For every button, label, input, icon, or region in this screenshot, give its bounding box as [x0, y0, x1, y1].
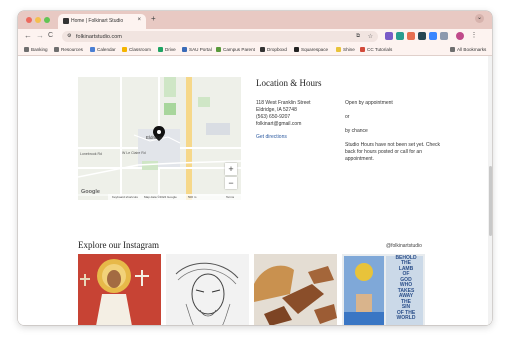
site-info-icon[interactable]: ⚙ [67, 33, 71, 39]
hours-note: Studio Hours have not been set yet. Chec… [345, 141, 441, 162]
pencil-sketch-image [166, 253, 249, 325]
site-favicon-icon [63, 18, 69, 24]
bookmark-classroom[interactable]: Classroom [122, 46, 151, 52]
page-scrollbar[interactable] [488, 55, 492, 325]
maximize-window-button[interactable] [44, 17, 50, 23]
new-tab-button[interactable]: + [151, 14, 156, 23]
extension-2-icon[interactable] [396, 32, 404, 40]
page-content: Eldridge Lonebrook Rd W Le Claire Rd + −… [18, 55, 492, 325]
bookmark-star-icon[interactable]: ☆ [368, 33, 373, 40]
map-data-credit: Map data ©2024 Google [144, 194, 177, 199]
hours-line-2: or [345, 113, 350, 120]
address-city: Eldridge, IA 52748 [256, 106, 297, 113]
bookmark-squarespace[interactable]: Squarespace [294, 46, 328, 52]
address-url: folkinartstudio.com [76, 33, 122, 40]
minimize-window-button[interactable] [35, 17, 41, 23]
wood-carving-image [254, 253, 337, 325]
google-logo: Google [81, 188, 100, 195]
hours-line-1: Open by appointment [345, 99, 393, 106]
reload-button[interactable]: C [48, 32, 53, 39]
browser-window: Home | Folkinart Studio × + ⌄ ← → C ⚙ fo… [18, 11, 492, 325]
map-zoom-in-button[interactable]: + [225, 162, 237, 175]
bookmark-cc-tutorials[interactable]: CC Tutorials [360, 46, 392, 52]
extension-3-icon[interactable] [407, 32, 415, 40]
map-scale: 500 m [188, 194, 197, 199]
google-map[interactable]: Eldridge Lonebrook Rd W Le Claire Rd + −… [78, 76, 241, 200]
extension-5-icon[interactable] [429, 32, 437, 40]
bookmark-shine[interactable]: Shine [336, 46, 355, 52]
map-label-lonebrook: Lonebrook Rd [80, 151, 102, 156]
bookmark-drive[interactable]: Drive [158, 46, 176, 52]
bookmarks-bar: Banking Resources Calendar Classroom Dri… [18, 44, 492, 56]
bookmark-dropboxd[interactable]: Dropboxd [260, 46, 287, 52]
bookmark-resources[interactable]: Resources [54, 46, 83, 52]
tab-folkinart-home[interactable]: Home | Folkinart Studio × [58, 14, 146, 29]
instagram-photo-2[interactable] [166, 253, 249, 325]
extension-4-icon[interactable] [418, 32, 426, 40]
toolbar: ← → C ⚙ folkinartstudio.com ⧉ ☆ ⋮ [18, 29, 492, 44]
get-directions-link[interactable]: Get directions [256, 134, 287, 140]
bookmark-sau-portal[interactable]: SAU Portal [182, 46, 212, 52]
extension-icon[interactable] [385, 32, 393, 40]
map-attribution: Keyboard shortcuts Map data ©2024 Google… [108, 193, 241, 200]
bookmark-calendar[interactable]: Calendar [90, 46, 116, 52]
extensions-puzzle-icon[interactable] [440, 32, 448, 40]
painting-inscription: BEHOLD THE LAMB OF GOD WHO TAKES AWAY TH… [395, 254, 417, 321]
address-block: 118 West Franklin Street Eldridge, IA 52… [256, 100, 311, 128]
tab-title: Home | Folkinart Studio [71, 18, 124, 24]
install-app-icon[interactable]: ⧉ [356, 33, 360, 40]
forward-button[interactable]: → [36, 31, 44, 40]
scrollbar-thumb[interactable] [488, 165, 492, 236]
map-label-eldridge: Eldridge [146, 134, 163, 140]
instagram-heading: Explore our Instagram [78, 239, 159, 250]
tab-close-icon[interactable]: × [137, 17, 141, 23]
bookmark-banking[interactable]: Banking [24, 46, 48, 52]
bookmark-campus-parent[interactable]: Campus Parent [216, 46, 255, 52]
profile-avatar[interactable] [456, 32, 464, 40]
close-window-button[interactable] [26, 17, 32, 23]
address-street: 118 West Franklin Street [256, 99, 311, 106]
map-zoom-out-button[interactable]: − [225, 176, 237, 189]
map-terms-link[interactable]: Terms [226, 195, 234, 199]
location-heading: Location & Hours [256, 77, 322, 88]
map-keyboard-shortcuts[interactable]: Keyboard shortcuts [112, 195, 138, 199]
back-button[interactable]: ← [24, 31, 32, 40]
christ-painting-image [78, 253, 161, 325]
tab-search-button[interactable]: ⌄ [475, 14, 484, 23]
instagram-photo-4[interactable]: BEHOLD THE LAMB OF GOD WHO TAKES AWAY TH… [342, 253, 425, 325]
map-label-leclaire: W Le Claire Rd [122, 150, 146, 155]
menu-kebab-icon[interactable]: ⋮ [470, 32, 478, 40]
instagram-photo-3[interactable] [254, 253, 337, 325]
address-email: folkinart@gmail.com [256, 120, 302, 127]
all-bookmarks-folder[interactable]: All Bookmarks [450, 46, 486, 52]
address-phone: (563) 650-9207 [256, 113, 291, 120]
address-bar[interactable]: ⚙ folkinartstudio.com ⧉ ☆ [62, 31, 378, 42]
hours-line-3: by chance [345, 127, 368, 134]
tab-strip: Home | Folkinart Studio × + ⌄ [18, 11, 492, 29]
instagram-photo-1[interactable] [78, 253, 161, 325]
instagram-handle[interactable]: @folkinartstudio [386, 243, 422, 249]
